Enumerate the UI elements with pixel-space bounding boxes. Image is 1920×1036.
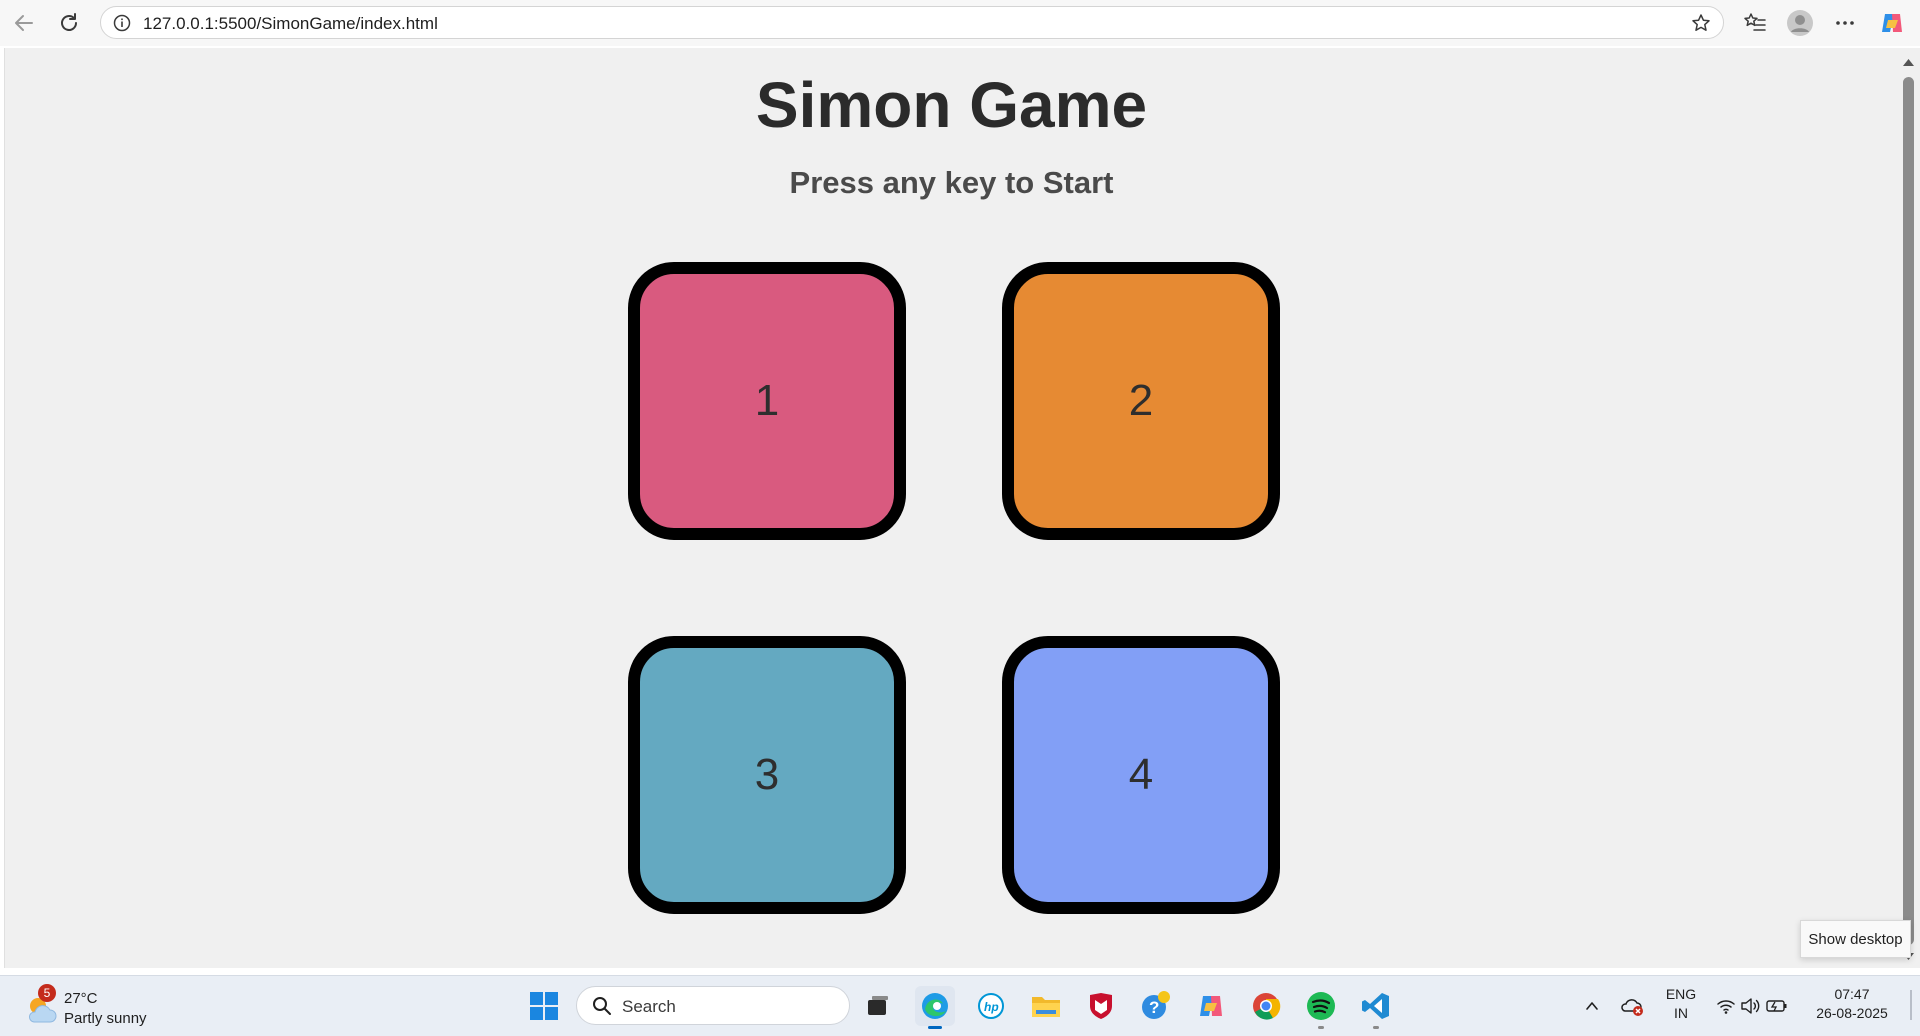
scroll-up-icon[interactable] bbox=[1902, 56, 1915, 69]
copilot-button[interactable] bbox=[1879, 10, 1905, 36]
game-button-1[interactable]: 1 bbox=[628, 262, 906, 540]
show-hidden-icons-button[interactable] bbox=[1574, 986, 1610, 1026]
file-explorer-app[interactable] bbox=[1026, 986, 1066, 1026]
game-button-2[interactable]: 2 bbox=[1002, 262, 1280, 540]
mcafee-shield-icon bbox=[1090, 993, 1112, 1019]
show-desktop-tooltip: Show desktop bbox=[1800, 920, 1911, 958]
chrome-app[interactable] bbox=[1246, 986, 1286, 1026]
clock[interactable]: 07:47 26-08-2025 bbox=[1812, 986, 1892, 1021]
task-view-icon bbox=[868, 996, 888, 1015]
weather-temperature: 27°C bbox=[64, 990, 98, 1007]
profile-button[interactable] bbox=[1787, 10, 1813, 36]
favorite-star-icon[interactable] bbox=[1691, 13, 1711, 33]
weather-alert-badge: 5 bbox=[38, 984, 56, 1002]
language-code: ENG bbox=[1665, 986, 1697, 1002]
browser-toolbar: 127.0.0.1:5500/SimonGame/index.html bbox=[0, 0, 1920, 46]
vscode-app[interactable] bbox=[1356, 986, 1396, 1029]
search-icon bbox=[593, 997, 611, 1015]
mcafee-app[interactable] bbox=[1081, 986, 1121, 1026]
vertical-scrollbar[interactable] bbox=[1897, 48, 1920, 968]
favorites-list-icon bbox=[1744, 13, 1766, 31]
refresh-icon bbox=[61, 13, 77, 31]
game-button-label: 1 bbox=[754, 376, 780, 425]
battery-icon bbox=[1766, 1000, 1787, 1012]
url-text[interactable]: 127.0.0.1:5500/SimonGame/index.html bbox=[143, 14, 438, 34]
taskbar: 5 27°C Partly sunny Search hp ? ENG IN 0… bbox=[0, 975, 1920, 1036]
avatar-icon bbox=[1787, 10, 1813, 36]
chevron-up-icon bbox=[1586, 1002, 1598, 1010]
start-button[interactable] bbox=[524, 986, 564, 1026]
page-viewport: Simon Game Press any key to Start 1 2 3 … bbox=[4, 48, 1898, 968]
game-button-label: 2 bbox=[1128, 376, 1154, 425]
chrome-icon bbox=[1253, 993, 1281, 1020]
wifi-icon bbox=[1717, 1000, 1735, 1014]
running-indicator bbox=[1373, 1026, 1379, 1029]
active-indicator bbox=[928, 1026, 942, 1029]
game-button-label: 3 bbox=[754, 750, 780, 799]
refresh-button[interactable] bbox=[54, 8, 84, 38]
more-options-button[interactable] bbox=[1832, 10, 1858, 36]
search-placeholder: Search bbox=[622, 997, 676, 1016]
back-button[interactable] bbox=[9, 8, 39, 38]
site-info-icon[interactable] bbox=[113, 14, 131, 32]
show-desktop-button[interactable] bbox=[1910, 990, 1912, 1020]
weather-widget[interactable]: 5 27°C Partly sunny bbox=[24, 984, 184, 1028]
address-bar[interactable]: 127.0.0.1:5500/SimonGame/index.html bbox=[100, 6, 1724, 39]
volume-icon bbox=[1741, 998, 1760, 1014]
copilot-app[interactable] bbox=[1191, 986, 1231, 1026]
spotify-app[interactable] bbox=[1301, 986, 1341, 1029]
favorites-button[interactable] bbox=[1742, 10, 1768, 36]
input-language[interactable]: ENG IN bbox=[1660, 986, 1702, 1021]
spotify-icon bbox=[1307, 992, 1335, 1020]
svg-text:hp: hp bbox=[984, 1000, 999, 1014]
onedrive-status[interactable] bbox=[1612, 986, 1652, 1026]
cloud-error-icon bbox=[1621, 999, 1643, 1016]
svg-text:?: ? bbox=[1149, 998, 1159, 1017]
network-volume-battery[interactable] bbox=[1714, 986, 1790, 1026]
weather-description: Partly sunny bbox=[64, 1010, 147, 1027]
vscode-icon bbox=[1362, 993, 1389, 1019]
back-arrow-icon bbox=[15, 15, 33, 31]
edge-browser-icon bbox=[922, 993, 948, 1019]
taskbar-search[interactable]: Search bbox=[576, 986, 850, 1025]
game-button-4[interactable]: 4 bbox=[1002, 636, 1280, 914]
region-code: IN bbox=[1674, 1005, 1688, 1021]
copilot-icon bbox=[1882, 14, 1902, 32]
clock-date: 26-08-2025 bbox=[1816, 1005, 1888, 1021]
scrollbar-thumb[interactable] bbox=[1903, 77, 1914, 945]
windows-logo-icon bbox=[530, 992, 558, 1020]
more-dots-icon bbox=[1836, 21, 1854, 25]
copilot-app-icon bbox=[1200, 996, 1222, 1016]
page-title: Simon Game bbox=[755, 69, 1148, 141]
level-title: Press any key to Start bbox=[789, 165, 1114, 200]
hp-logo-icon: hp bbox=[978, 993, 1004, 1019]
help-app[interactable]: ? bbox=[1136, 986, 1176, 1026]
get-help-icon: ? bbox=[1142, 991, 1170, 1019]
folder-icon bbox=[1032, 997, 1060, 1017]
running-indicator bbox=[1318, 1026, 1324, 1029]
task-view-button[interactable] bbox=[858, 986, 898, 1026]
game-button-3[interactable]: 3 bbox=[628, 636, 906, 914]
clock-time: 07:47 bbox=[1834, 986, 1870, 1002]
edge-app[interactable] bbox=[915, 986, 955, 1029]
hp-app[interactable]: hp bbox=[971, 986, 1011, 1026]
game-button-label: 4 bbox=[1128, 750, 1154, 799]
